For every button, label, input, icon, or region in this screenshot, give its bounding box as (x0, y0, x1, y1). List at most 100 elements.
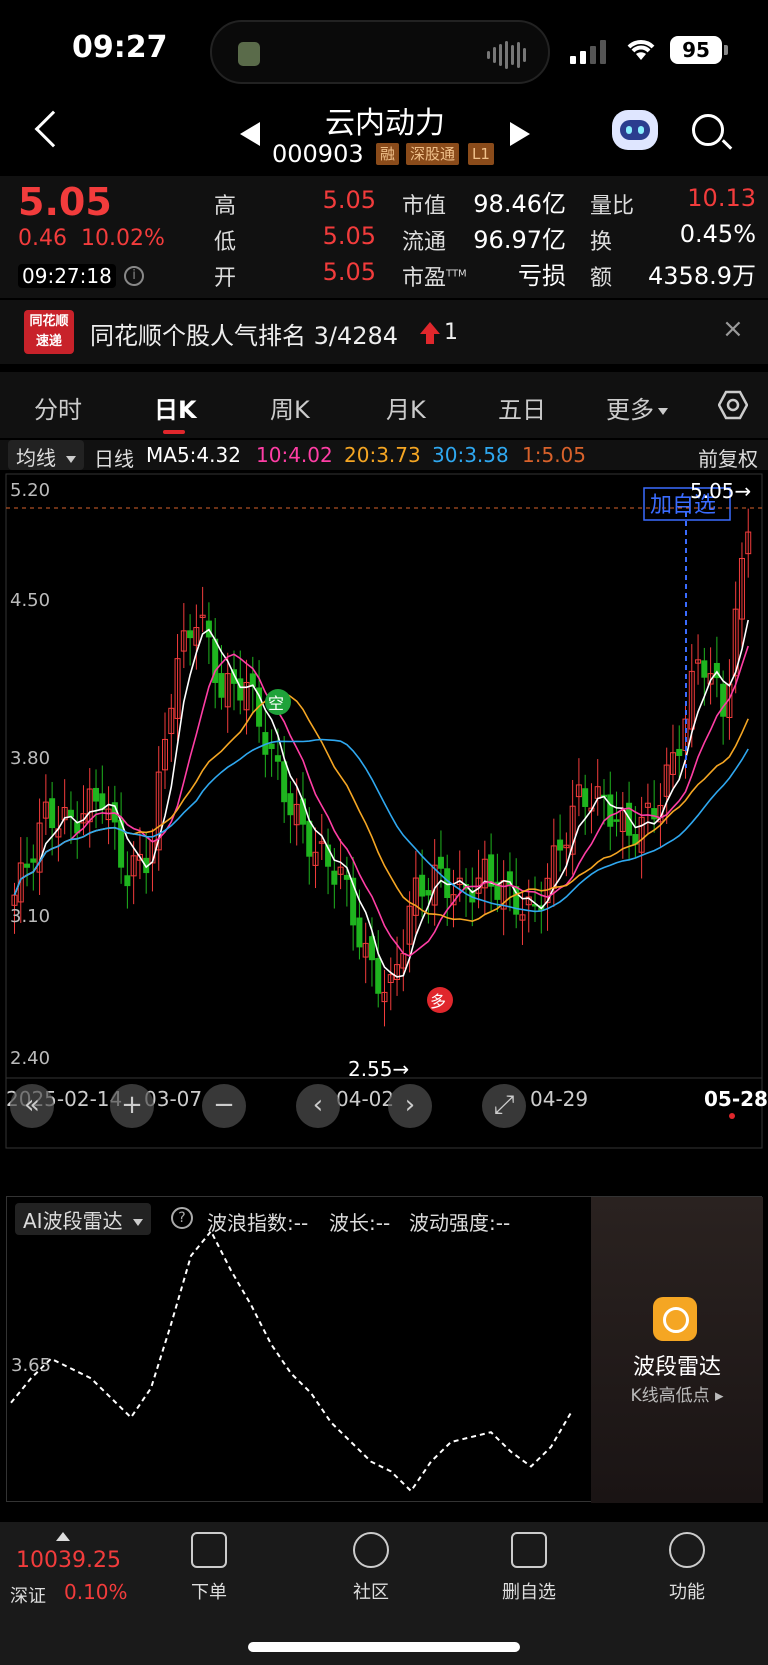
candle-body (306, 820, 313, 857)
tab-five-day[interactable]: 五日 (498, 390, 546, 425)
kline-chart[interactable]: 加自选 5.05→ 2.55→ 5.20 4.50 3.80 3.10 2.40… (0, 472, 768, 1172)
y-tick-4: 3.10 (10, 906, 50, 927)
functions-button[interactable]: 功能 (642, 1532, 732, 1604)
today-dot (729, 1113, 735, 1119)
candle-body (287, 793, 294, 816)
wave-radar-panel: AI波段雷达 ? 波浪指数:-- 波长:-- 波动强度:-- 3.65 波段雷达… (6, 1196, 763, 1503)
tag-level: L1 (468, 143, 494, 165)
high-price-label: 5.05→ (690, 479, 751, 503)
tab-intraday[interactable]: 分时 (34, 390, 82, 425)
candle-body (582, 788, 589, 807)
tab-weekly-k[interactable]: 周K (270, 390, 310, 425)
candle-body (331, 870, 338, 885)
order-label: 下单 (191, 1582, 227, 1603)
star-icon (353, 1532, 389, 1568)
ma5-label: MA5:4.32 (146, 443, 241, 467)
turn-value: 0.45% (679, 220, 756, 248)
rank-change: 1 (444, 320, 458, 345)
tab-monthly-k[interactable]: 月K (386, 390, 426, 425)
candle-body (24, 863, 31, 868)
fullscreen-button[interactable]: ⤢ (482, 1084, 526, 1128)
zoom-in-button[interactable]: + (110, 1084, 154, 1128)
quote-time: 09:27:18 (18, 264, 116, 288)
low-price-label: 2.55→ (348, 1057, 409, 1081)
indicator-select-label: 均线 (16, 446, 56, 470)
amt-value: 4358.9万 (648, 262, 756, 290)
radar-promo-title: 波段雷达 (632, 1355, 721, 1380)
y-tick-2: 4.50 (10, 590, 50, 611)
banner-logo-top: 同花顺 (29, 314, 69, 329)
indicator-select[interactable]: 均线 (8, 440, 85, 470)
buy-signal-text: 多 (430, 992, 446, 1011)
radar-promo-link[interactable]: K线高低点 ▸ (591, 1381, 763, 1406)
candle-body (425, 890, 432, 896)
period-label: 日线 (94, 447, 134, 471)
island-app-icon (238, 42, 260, 66)
sell-signal-text: 空 (268, 694, 284, 713)
scroll-left-button[interactable]: ‹ (296, 1084, 340, 1128)
pe-value: 亏损 (518, 262, 566, 290)
quote-panel: 5.05 0.46 10.02% 09:27:18 i 高 5.05 低 5.0… (0, 176, 768, 298)
vr-label: 量比 (590, 194, 635, 219)
functions-label: 功能 (669, 1582, 705, 1603)
tag-connect: 深股通 (406, 143, 460, 165)
x-tick-3: 04-02 (336, 1087, 394, 1111)
next-stock-icon[interactable] (510, 122, 530, 146)
index-pct: 0.10% (64, 1580, 128, 1604)
bottom-bar: 10039.25 深证 0.10% 下单 社区 删自选 功能 (0, 1522, 768, 1665)
community-button[interactable]: 社区 (326, 1532, 416, 1604)
banner-logo-bottom: 速递 (35, 334, 62, 349)
change-pct: 10.02% (80, 226, 165, 251)
scroll-right-button[interactable]: › (388, 1084, 432, 1128)
candle-body (218, 673, 225, 698)
vr-value: 10.13 (687, 184, 756, 212)
y-tick-1: 5.20 (10, 480, 50, 501)
scroll-start-button[interactable]: « (10, 1084, 54, 1128)
ai-assistant-icon[interactable] (612, 110, 658, 150)
tab-more-label: 更多 (606, 396, 654, 424)
remove-watch-button[interactable]: 删自选 (484, 1532, 574, 1604)
popularity-banner[interactable]: 同花顺速递 同花顺个股人气排名 3/4284 1 × (0, 300, 768, 364)
candle-body (557, 839, 564, 851)
low-label: 低 (214, 230, 237, 255)
battery-indicator: 95 (670, 36, 728, 64)
mktcap-value: 98.46亿 (473, 190, 566, 218)
home-indicator (248, 1642, 520, 1652)
candle-body (701, 660, 708, 678)
banner-text: 同花顺个股人气排名 3/4284 (90, 322, 399, 350)
info-icon[interactable]: i (124, 266, 144, 286)
close-icon[interactable]: × (722, 314, 744, 344)
pe-sup: TTM (446, 268, 467, 280)
prev-stock-icon[interactable] (240, 122, 260, 146)
tab-more[interactable]: 更多 (606, 390, 668, 425)
radar-promo-panel[interactable]: 波段雷达 K线高低点 ▸ (591, 1197, 763, 1503)
ma20-label: 20:3.73 (344, 443, 421, 467)
kline-svg[interactable]: 加自选 5.05→ 2.55→ 5.20 4.50 3.80 3.10 2.40… (0, 472, 768, 1172)
index-value[interactable]: 10039.25 (16, 1548, 121, 1573)
open-label: 开 (214, 266, 237, 291)
search-icon[interactable] (692, 114, 724, 146)
ma30-label: 30:3.58 (432, 443, 509, 467)
pe-label-text: 市盈 (402, 266, 447, 291)
tab-daily-k[interactable]: 日K (154, 390, 197, 425)
banner-logo: 同花顺 速递 (24, 310, 74, 354)
zoom-out-button[interactable]: − (202, 1084, 246, 1128)
ma1-label: 1:5.05 (522, 443, 586, 467)
candle-body (124, 875, 131, 887)
y-tick-3: 3.80 (10, 748, 50, 769)
order-button[interactable]: 下单 (164, 1532, 254, 1604)
open-value: 5.05 (322, 258, 376, 286)
candle-body (343, 874, 350, 880)
candle-body (281, 761, 288, 803)
candle-body (356, 917, 363, 948)
back-icon[interactable] (34, 110, 72, 148)
radar-curve (10, 1229, 572, 1493)
settings-icon[interactable] (718, 390, 748, 420)
mktcap-label: 市值 (402, 194, 447, 219)
turn-label: 换 (590, 230, 613, 255)
chart-frame (5, 473, 763, 1149)
radar-curve-svg: 3.65 (10, 1229, 572, 1493)
index-up-icon (56, 1532, 70, 1541)
remove-watch-label: 删自选 (502, 1582, 556, 1603)
adjust-mode[interactable]: 前复权 (698, 443, 758, 472)
